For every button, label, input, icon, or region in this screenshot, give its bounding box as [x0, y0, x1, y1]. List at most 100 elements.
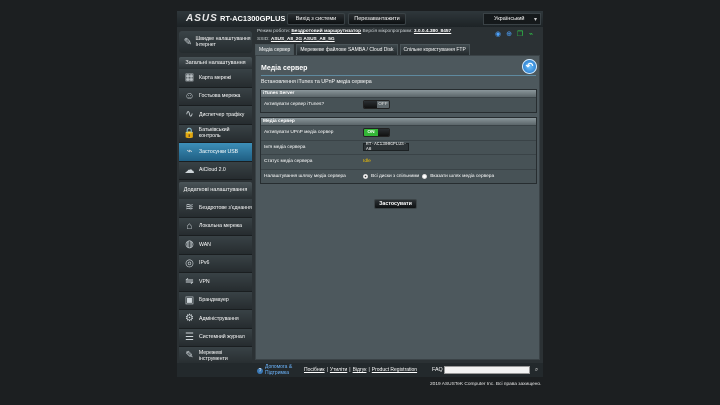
app-status-icon[interactable]: ❐	[516, 31, 524, 39]
upnp-enable-label: Активувати UPnP медіа сервер	[264, 130, 334, 136]
lan-icon: ⌂	[186, 220, 193, 232]
router-admin-window: ASUS RT-AC1300GPLUS Вихід з системи Пере…	[177, 11, 543, 377]
faq-search-input[interactable]	[444, 366, 530, 374]
sidebar-item-label: Карта мережі	[199, 74, 232, 81]
asus-logo: ASUS	[186, 13, 218, 24]
help-support-link[interactable]: ? Допомога & Підтримка	[257, 364, 295, 376]
utilities-link[interactable]: Утиліти	[330, 367, 347, 373]
sidebar-item-lan[interactable]: ⌂ Локальна мережа	[179, 217, 252, 236]
sidebar-item-ipv6[interactable]: ◎ IPv6	[179, 254, 252, 273]
sidebar-item-system-log[interactable]: ☰ Системний журнал	[179, 328, 252, 347]
chevron-down-icon: ▾	[533, 17, 537, 23]
general-settings-header: Загальні налаштування	[179, 57, 252, 69]
table-row: Активувати UPnP медіа сервер ON	[261, 125, 536, 140]
apply-button[interactable]: Застосувати	[374, 199, 417, 209]
server-name-input[interactable]: RT-AC1300GPLUS-A8	[363, 142, 409, 152]
itunes-toggle[interactable]: OFF	[363, 100, 390, 110]
product-registration-link[interactable]: Product Registration	[372, 367, 417, 373]
sidebar-item-wan[interactable]: ◍ WAN	[179, 236, 252, 255]
main-panel: Медіа сервер ↶ Встановлення iTunes та UP…	[255, 55, 540, 360]
ssid-label: SSID:	[257, 37, 270, 42]
quick-setup-label: Швидке налаштування Інтернет	[195, 35, 251, 48]
link-separator: |	[326, 367, 328, 373]
table-row: Статус медіа сервера Idle	[261, 154, 536, 169]
radio-all-disks-label: Всі диски з спільними	[371, 173, 420, 179]
itunes-toggle-text: OFF	[377, 101, 389, 109]
logout-button[interactable]: Вихід з системи	[287, 13, 345, 25]
radio-custom-path-label: Вказати шлях медіа сервера	[430, 173, 495, 179]
upnp-toggle[interactable]: ON	[363, 128, 390, 138]
help-label: Допомога & Підтримка	[265, 364, 293, 376]
itunes-settings-table: iTunes Server Активувати сервер iTunes? …	[260, 89, 537, 113]
manual-link[interactable]: Посібник	[304, 367, 325, 373]
sidebar-item-firewall[interactable]: ▣ Брандмауер	[179, 291, 252, 310]
footer: ? Допомога & Підтримка Посібник | Утиліт…	[177, 363, 543, 377]
globe-status-icon[interactable]: ⊕	[505, 31, 513, 39]
usb-icon: ⌁	[186, 146, 193, 158]
itunes-enable-label: Активувати сервер iTunes?	[264, 102, 325, 108]
language-value: Український	[494, 16, 525, 22]
wifi-status-icon[interactable]: ◉	[494, 31, 502, 39]
aicloud-icon: ☁	[184, 164, 195, 176]
path-setting-label: Налаштування шляху медіа сервера	[264, 173, 346, 179]
top-bar: ASUS RT-AC1300GPLUS Вихід з системи Пере…	[177, 11, 543, 27]
back-button[interactable]: ↶	[522, 59, 537, 74]
sidebar-item-label: Батьківський контроль	[198, 127, 230, 140]
system-log-icon: ☰	[185, 331, 194, 343]
sidebar-item-label: IPv6	[199, 260, 210, 267]
wireless-icon: ≋	[185, 202, 194, 214]
sidebar-item-label: Брандмауер	[199, 297, 229, 304]
advanced-settings-header: Додаткові налаштування	[179, 182, 252, 198]
sidebar-item-guest-network[interactable]: ☺ Гостьова мережа	[179, 87, 252, 106]
sidebar-item-parental-control[interactable]: 🔒 Батьківський контроль	[179, 124, 252, 143]
sidebar-item-label: Локальна мережа	[199, 223, 242, 230]
sidebar-item-traffic-manager[interactable]: ∿ Диспетчер трафіку	[179, 106, 252, 125]
quick-setup-button[interactable]: ✎ Швидке налаштування Інтернет	[179, 31, 252, 53]
radio-all-disks[interactable]	[363, 173, 368, 179]
reboot-button[interactable]: Перезавантажити	[348, 13, 406, 25]
page-title: Медіа сервер	[261, 65, 308, 72]
search-icon[interactable]: ⌕	[532, 366, 541, 374]
sidebar-item-wireless[interactable]: ≋ Бездротове з’єднання	[179, 199, 252, 218]
server-status-value: Idle	[363, 159, 371, 165]
divider	[261, 75, 536, 76]
administration-icon: ⚙	[185, 313, 194, 325]
ssid-24-value[interactable]: ASUS_A8_2G	[271, 37, 302, 42]
table-row: Активувати сервер iTunes? OFF	[261, 97, 536, 112]
tab-samba[interactable]: Мережеве файлове SAMBA / Cloud Disk	[296, 44, 398, 55]
advanced-nav-list: ≋ Бездротове з’єднання ⌂ Локальна мережа ◍ WA…	[179, 199, 252, 366]
mode-label: Режим роботи:	[257, 29, 290, 34]
parental-control-icon: 🔒	[183, 127, 196, 139]
feedback-link[interactable]: Відгук	[353, 367, 367, 373]
firmware-value[interactable]: 3.0.0.4.380_8457	[414, 29, 451, 34]
sidebar-item-usb[interactable]: ⌁ Застосунки USB	[179, 143, 252, 162]
footer-links: Посібник | Утиліти | Відгук | Product Re…	[304, 367, 417, 373]
sidebar-item-label: AiCloud 2.0	[199, 167, 226, 174]
sidebar-item-label: Системний журнал	[199, 334, 245, 341]
link-separator: |	[349, 367, 351, 373]
question-icon: ?	[257, 367, 263, 374]
guest-network-icon: ☺	[184, 90, 195, 102]
ssid-5-value[interactable]: ASUS_A8_5G	[303, 37, 334, 42]
sidebar-item-label: Гостьова мережа	[199, 93, 241, 100]
sidebar-item-administration[interactable]: ⚙ Адміністрування	[179, 310, 252, 329]
radio-custom-path[interactable]	[422, 173, 428, 179]
language-select[interactable]: Український ▾	[483, 13, 541, 25]
tab-ftp[interactable]: Спільне користування FTP	[399, 44, 470, 55]
server-status-label: Статус медіа сервера	[264, 159, 313, 165]
sidebar-item-label: VPN	[199, 278, 210, 285]
itunes-table-header: iTunes Server	[261, 90, 536, 97]
sidebar-item-label: Мережеві інструменти	[198, 349, 228, 362]
mode-value[interactable]: Бездротовий маршрутизатор	[291, 29, 361, 34]
media-table-header: Медіа сервер	[261, 118, 536, 125]
sidebar-item-vpn[interactable]: ⇋ VPN	[179, 273, 252, 292]
sidebar-item-aicloud[interactable]: ☁ AiCloud 2.0	[179, 161, 252, 180]
usb-status-icon[interactable]: ⌁	[527, 31, 535, 39]
sidebar-item-network-map[interactable]: ▦ Карта мережі	[179, 69, 252, 88]
tab-media-server[interactable]: Медіа сервер	[255, 44, 295, 55]
sidebar-item-label: Бездротове з’єднання	[199, 204, 252, 211]
media-server-table: Медіа сервер Активувати UPnP медіа серве…	[260, 117, 537, 184]
vpn-icon: ⇋	[185, 276, 194, 288]
wan-icon: ◍	[185, 239, 194, 251]
tab-bar: Медіа сервер Мережеве файлове SAMBA / Cl…	[255, 44, 470, 55]
